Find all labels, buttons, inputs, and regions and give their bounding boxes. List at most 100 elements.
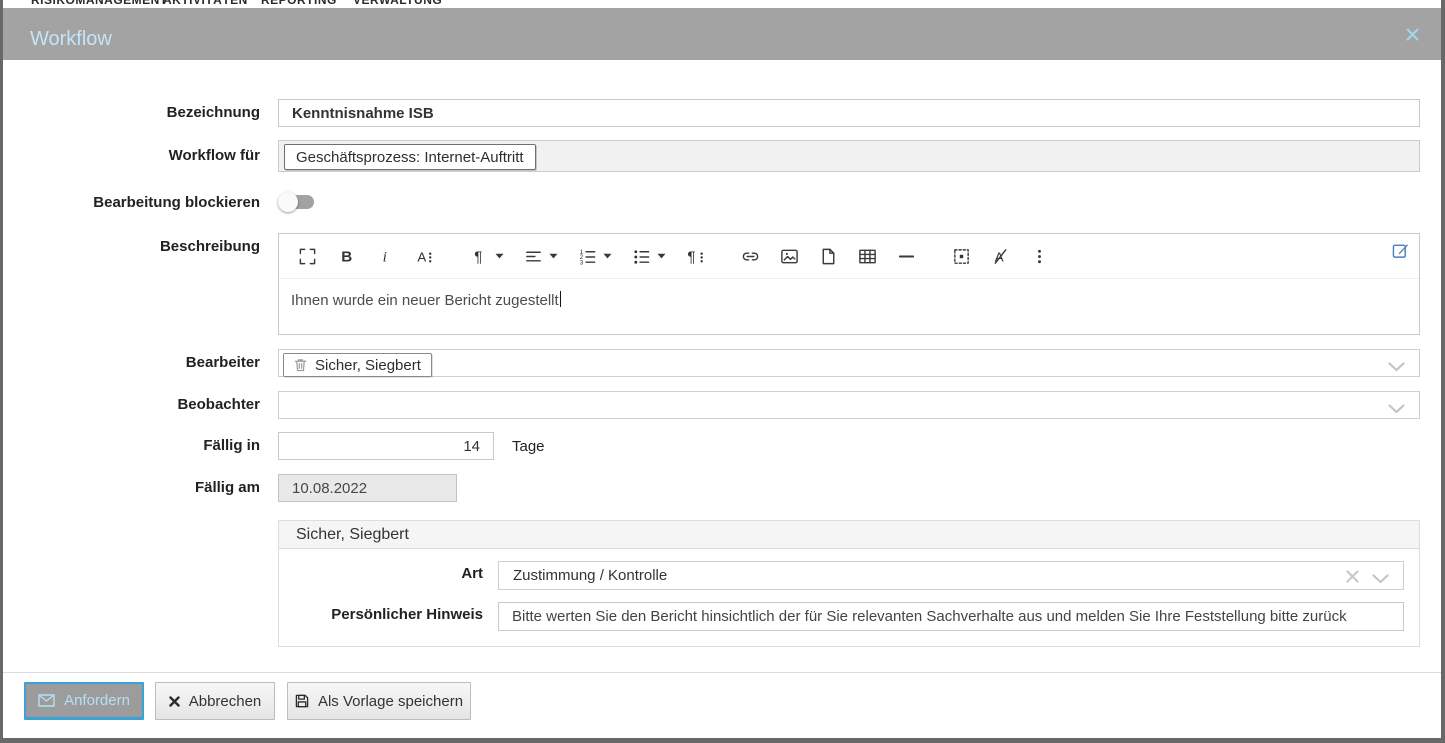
anfordern-button[interactable]: Anfordern — [24, 682, 144, 720]
als-vorlage-speichern-button[interactable]: Als Vorlage speichern — [287, 682, 471, 720]
als-vorlage-speichern-button-label: Als Vorlage speichern — [318, 693, 463, 710]
cancel-x-icon — [169, 696, 180, 707]
clear-formatting-icon: A — [991, 247, 1010, 266]
bearbeitung-blockieren-toggle[interactable] — [278, 192, 318, 212]
chevron-down-icon — [603, 253, 612, 259]
beschreibung-text-area[interactable]: Ihnen wurde ein neuer Bericht zugestellt — [291, 291, 561, 309]
art-select[interactable]: Zustimmung / Kontrolle — [498, 561, 1404, 590]
chevron-down-icon — [657, 253, 666, 259]
abbrechen-button-label: Abbrechen — [189, 693, 262, 710]
toolbar-bold-button[interactable]: B — [327, 234, 366, 278]
recipient-section-header: Sicher, Siegbert — [279, 521, 1419, 549]
fullscreen-icon — [298, 247, 317, 266]
toolbar-text-options-button[interactable]: A — [405, 234, 444, 278]
footer-divider — [3, 672, 1441, 673]
nav-item[interactable]: REPORTING — [261, 0, 337, 7]
toolbar-insert-link-button[interactable] — [731, 234, 770, 278]
abbrechen-button[interactable]: Abbrechen — [155, 682, 275, 720]
close-icon[interactable] — [1402, 24, 1422, 44]
toolbar-paragraph-format-button[interactable]: ¶ — [460, 234, 514, 278]
insert-table-icon — [858, 247, 877, 266]
workflow-fuer-label: Workflow für — [0, 146, 260, 166]
ordered-list-icon: 123 — [578, 247, 597, 266]
insert-file-icon — [819, 247, 838, 266]
beobachter-label: Beobachter — [0, 395, 260, 415]
show-blocks-icon — [952, 247, 971, 266]
toolbar-italic-button[interactable]: i — [366, 234, 405, 278]
insert-link-icon — [741, 247, 760, 266]
svg-text:¶: ¶ — [687, 248, 695, 265]
toolbar-horizontal-line-button[interactable] — [887, 234, 926, 278]
svg-text:B: B — [341, 248, 352, 265]
modal-header: Workflow — [3, 8, 1441, 60]
beschreibung-text: Ihnen wurde ein neuer Bericht zugestellt — [291, 292, 559, 309]
faellig-am-label: Fällig am — [0, 478, 260, 498]
chevron-down-icon[interactable] — [1372, 571, 1389, 589]
svg-text:3: 3 — [580, 259, 584, 266]
toolbar-clear-formatting-button[interactable]: A — [981, 234, 1020, 278]
recipient-section-title: Sicher, Siegbert — [296, 526, 409, 544]
italic-icon: i — [376, 247, 395, 266]
editor-toolbar: Bi A ¶ 123 ¶ A — [279, 234, 1419, 279]
art-label: Art — [279, 565, 483, 582]
nav-item[interactable]: AKTIVITÄTEN — [163, 0, 248, 7]
workflow-dialog: RISIKOMANAGEMENTAKTIVITÄTEN REPORTING VERW… — [0, 0, 1445, 743]
text-options-icon: A — [415, 247, 434, 266]
insert-image-icon — [780, 247, 799, 266]
faellig-am-input — [278, 474, 457, 502]
toolbar-insert-table-button[interactable] — [848, 234, 887, 278]
workflow-target-chip[interactable]: Geschäftsprozess: Internet-Auftritt — [284, 144, 536, 170]
bearbeiter-chip[interactable]: Sicher, Siegbert — [283, 353, 432, 377]
svg-text:A: A — [417, 249, 426, 264]
recipient-section: Sicher, Siegbert Art Zustimmung / Kontro… — [278, 520, 1420, 647]
faellig-in-input[interactable] — [278, 432, 494, 460]
toolbar-ordered-list-button[interactable]: 123 — [568, 234, 622, 278]
bearbeiter-label: Bearbeiter — [0, 353, 260, 373]
toolbar-show-blocks-button[interactable] — [942, 234, 981, 278]
app-nav-clipped: RISIKOMANAGEMENTAKTIVITÄTEN REPORTING VERW… — [3, 0, 1441, 8]
faellig-in-suffix: Tage — [512, 438, 545, 455]
chevron-down-icon[interactable] — [1388, 359, 1405, 377]
toolbar-unordered-list-button[interactable] — [622, 234, 676, 278]
svg-text:¶: ¶ — [474, 248, 482, 265]
toolbar-insert-file-button[interactable] — [809, 234, 848, 278]
svg-text:i: i — [383, 248, 387, 265]
bearbeiter-select[interactable]: Sicher, Siegbert — [278, 349, 1420, 377]
beobachter-select[interactable] — [278, 391, 1420, 419]
horizontal-line-icon — [897, 247, 916, 266]
toggle-knob-icon — [278, 192, 298, 212]
more-options-icon — [1030, 247, 1049, 266]
toolbar-insert-image-button[interactable] — [770, 234, 809, 278]
nav-item[interactable]: VERWALTUNG — [353, 0, 442, 7]
toolbar-more-options-button[interactable] — [1020, 234, 1059, 278]
align-left-icon — [524, 247, 543, 266]
bearbeitung-blockieren-label: Bearbeitung blockieren — [0, 193, 260, 213]
workflow-target-chip-label: Geschäftsprozess: Internet-Auftritt — [296, 149, 524, 166]
paragraph-format-icon: ¶ — [470, 247, 489, 266]
trash-icon[interactable] — [294, 358, 307, 372]
paragraph-style-icon: ¶ — [686, 247, 705, 266]
text-cursor — [560, 291, 562, 307]
anfordern-button-label: Anfordern — [64, 692, 130, 709]
unordered-list-icon — [632, 247, 651, 266]
toolbar-fullscreen-button[interactable] — [288, 234, 327, 278]
nav-item[interactable]: RISIKOMANAGEMENT — [31, 0, 168, 7]
toolbar-paragraph-style-button[interactable]: ¶ — [676, 234, 715, 278]
beschreibung-label: Beschreibung — [0, 237, 260, 257]
edit-html-icon[interactable] — [1392, 242, 1409, 264]
modal-title: Workflow — [30, 28, 112, 51]
bezeichnung-input[interactable] — [278, 99, 1420, 127]
envelope-icon — [38, 694, 55, 707]
faellig-in-label: Fällig in — [0, 436, 260, 456]
save-icon — [295, 694, 309, 708]
bearbeiter-chip-label: Sicher, Siegbert — [315, 357, 421, 374]
chevron-down-icon — [495, 253, 504, 259]
clear-icon[interactable] — [1346, 570, 1359, 588]
art-select-value: Zustimmung / Kontrolle — [513, 567, 667, 584]
chevron-down-icon[interactable] — [1388, 401, 1405, 419]
bold-icon: B — [337, 247, 356, 266]
workflow-fuer-field[interactable]: Geschäftsprozess: Internet-Auftritt — [278, 140, 1420, 172]
toolbar-align-left-button[interactable] — [514, 234, 568, 278]
bezeichnung-label: Bezeichnung — [0, 103, 260, 123]
persoenlicher-hinweis-input[interactable] — [498, 602, 1404, 631]
